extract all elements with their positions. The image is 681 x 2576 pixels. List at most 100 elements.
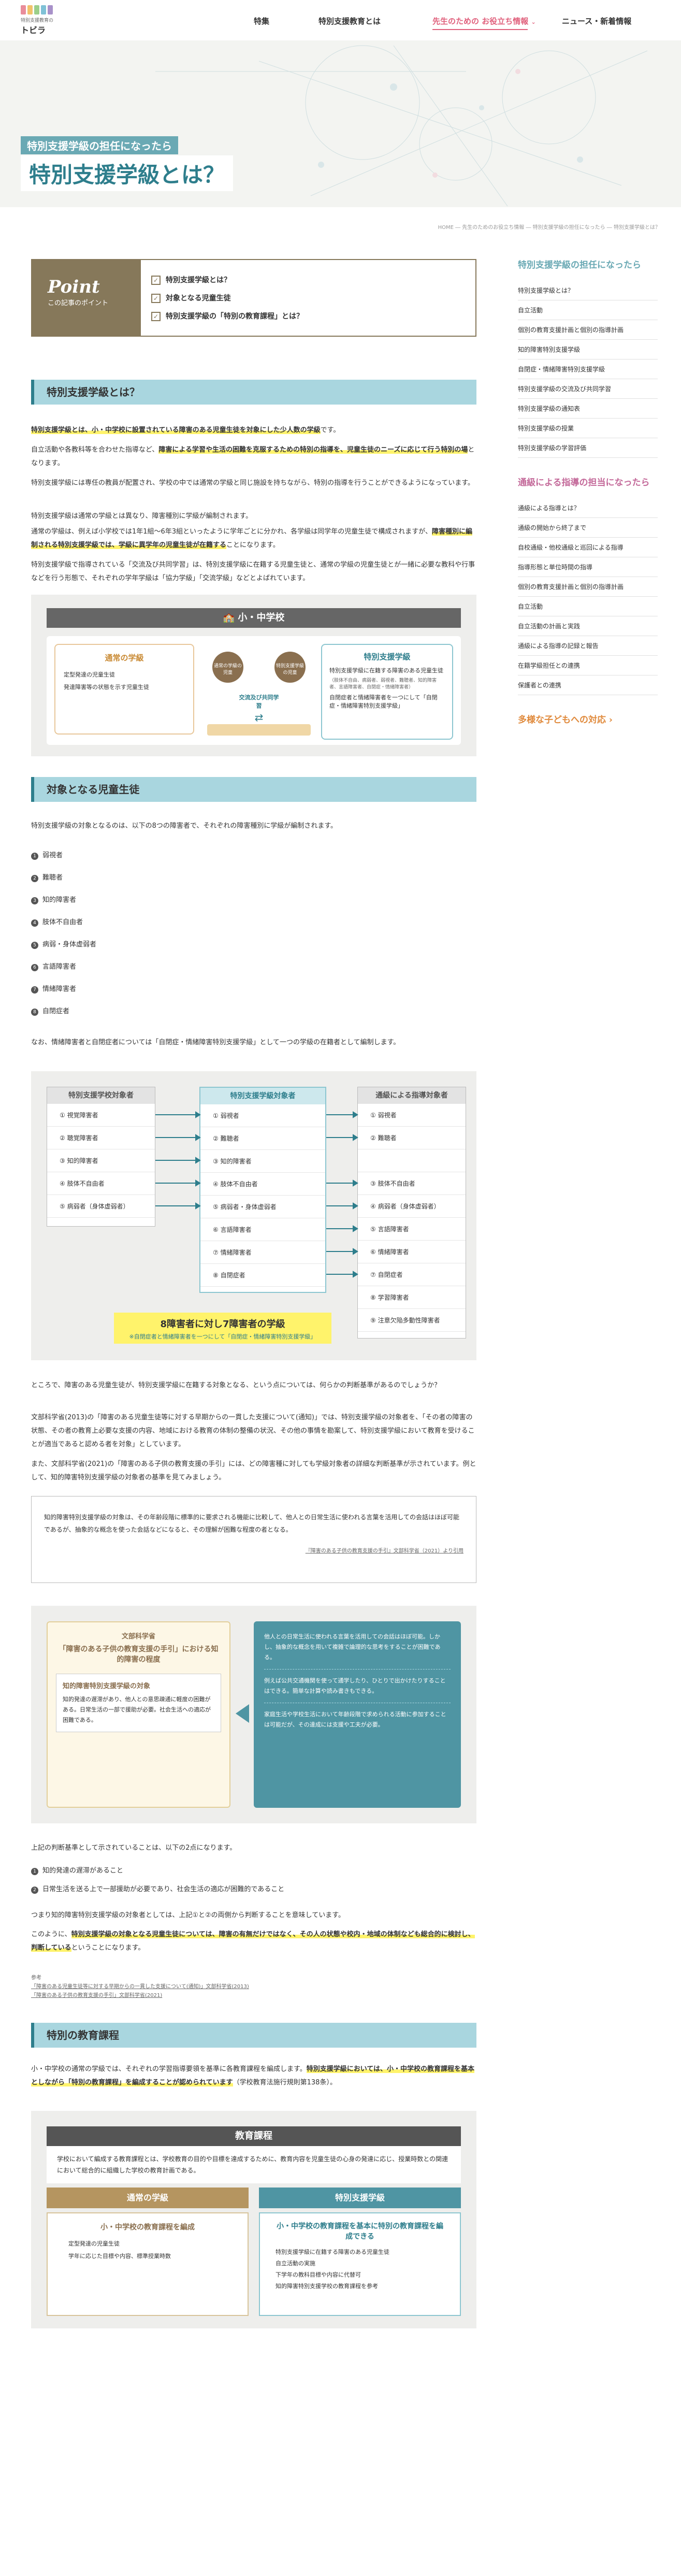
- number-icon: 7: [31, 986, 38, 994]
- regular-class-panel: 通常の学級 定型発達の児童生徒 発達障害等の状態を示す児童生徒: [54, 644, 194, 735]
- breadcrumb[interactable]: HOME ― 先生のためのお役立ち情報 ― 特別支援学級の担任になったら ― 特…: [438, 223, 660, 231]
- sidebar-link[interactable]: 特別支援学級の学習評価: [518, 438, 658, 458]
- sidebar-link[interactable]: 通級による指導とは？: [518, 498, 658, 518]
- sidebar-link[interactable]: 保護者との連携: [518, 675, 658, 695]
- sidebar-link[interactable]: 自立活動の計画と実践: [518, 616, 658, 636]
- site-logo[interactable]: 特別支援教育の トビラ: [21, 5, 83, 36]
- exchange-arrow-label: 交流及び共同学習: [239, 694, 279, 709]
- paragraph: 特別支援学級には専任の教員が配置され、学校の中では通常の学級と同じ施設を持ちなが…: [31, 479, 474, 487]
- figure3-left-panel: 文部科学省 「障害のある子供の教育支援の手引」における知的障害の程度 知的障害特…: [47, 1621, 230, 1808]
- list-item: 7 情緒障害者: [31, 983, 76, 994]
- sidebar-link[interactable]: 通級の開始から終了まで: [518, 518, 658, 538]
- chevron-down-icon: ⌄: [531, 19, 536, 25]
- list-item: 自閉症者と情緒障害者を一つにして「自閉症・情緒障害特別支援学級」: [329, 694, 438, 709]
- figure-caption: 8障害者に対し7障害者の学級 ※自閉症者と情緒障害者を一つにして「自閉症・情緒障…: [114, 1313, 331, 1344]
- sidebar-link[interactable]: 自校通級・他校通級と巡回による指導: [518, 538, 658, 557]
- figure-title: 🏫 小・中学校: [47, 608, 461, 628]
- list-item: 学年に応じた目標や内容、標準授業時数: [68, 2253, 171, 2260]
- curriculum-title: 小・中学校の教育課程を基本に特別の教育課程を編成できる: [277, 2222, 443, 2241]
- paragraph: 特別支援学級とは、小・中学校に設置されている障害のある児童生徒を対象にした少人数…: [31, 426, 340, 434]
- number-icon: 1: [31, 1868, 38, 1875]
- sidebar-group-title[interactable]: 通級による指導の担当になったら: [518, 477, 658, 489]
- bubble-special: 特別支援学級の児童: [274, 652, 306, 683]
- sidebar-link[interactable]: 通級による指導の記録と報告: [518, 636, 658, 656]
- sidebar-link[interactable]: 個別の教育支援計画と個別の指導計画: [518, 320, 658, 340]
- sidebar-link[interactable]: 自立活動: [518, 597, 658, 616]
- swap-arrows-icon: ⇄: [254, 711, 264, 724]
- list-item: 2 難聴者: [31, 872, 63, 882]
- quote-text: 知的障害特別支援学級の対象は、その年齢段階に標準的に要求される機能に比較して、他…: [44, 1514, 459, 1533]
- point-item[interactable]: ✓ 対象となる児童生徒: [151, 293, 231, 303]
- special-curriculum-box: 小・中学校の教育課程を基本に特別の教育課程を編成できる 特別支援学級に在籍する障…: [259, 2212, 461, 2316]
- arrow-left-icon: [236, 1704, 249, 1723]
- reference-link[interactable]: 「障害のある子供の教育支援の手引」文部科学省(2021): [31, 1991, 249, 2000]
- sidebar-link[interactable]: 特別支援学級の通知表: [518, 399, 658, 419]
- list-item: 8 自閉症者: [31, 1005, 69, 1016]
- list-item: 特別支援学級に在籍する障害のある児童生徒: [329, 667, 443, 674]
- references-heading: 参考: [31, 1975, 41, 1981]
- figure-school-classes: 🏫 小・中学校 通常の学級 定型発達の児童生徒 発達障害等の状態を示す児童生徒 …: [31, 595, 476, 756]
- list-item: 特別支援学級に在籍する障害のある児童生徒: [276, 2249, 389, 2255]
- paragraph: ところで、障害のある児童生徒が、特別支援学級に在籍する対象となる、という点につい…: [31, 1381, 441, 1389]
- bubble-regular: 通常の学級の児童: [212, 652, 243, 683]
- nav-about[interactable]: 特別支援教育とは: [318, 16, 381, 26]
- section-heading: 対象となる児童生徒: [31, 777, 476, 802]
- sidebar-link[interactable]: 特別支援学級の交流及び共同学習: [518, 379, 658, 399]
- target-box-title: 知的障害特別支援学級の対象: [63, 1682, 151, 1690]
- sidebar-link[interactable]: 在籍学級担任との連携: [518, 656, 658, 675]
- list-item: 下学年の教科目標や内容に代替可: [276, 2271, 361, 2278]
- regular-class-label: 通常の学級: [47, 2188, 249, 2208]
- paragraph: 通常の学級は、例えば小学校では1年1組〜6年3組といったように学年ごとに分かれ、…: [31, 528, 472, 549]
- figure3-subtitle: 文部科学省: [121, 1633, 155, 1640]
- section-heading: 特別支援学級とは？: [31, 380, 476, 405]
- number-icon: 4: [31, 919, 38, 927]
- sidebar-group-title[interactable]: 多様な子どもへの対応 ›: [518, 714, 658, 726]
- paragraph: 特別支援学級は通常の学級とは異なり、障害種別に学級が編制されます。: [31, 512, 253, 520]
- quote-box: 知的障害特別支援学級の対象は、その年齢段階に標準的に要求される機能に比較して、他…: [31, 1496, 476, 1583]
- paragraph: 文部科学省(2013)の「障害のある児童生徒等に対する早期からの一貫した支援につ…: [31, 1414, 475, 1448]
- figure-intellectual-level: 文部科学省 「障害のある子供の教育支援の手引」における知的障害の程度 知的障害特…: [31, 1606, 476, 1823]
- figure3-right-panel: 他人との日常生活に使われる言葉を活用しての会話はほぼ可能。しかし、抽象的な概念を…: [254, 1621, 461, 1808]
- list-item: 定型発達の児童生徒: [68, 2240, 120, 2247]
- nav-teacher-info[interactable]: 先生のための お役立ち情報 ⌄: [432, 16, 536, 30]
- sidebar-link[interactable]: 指導形態と単位時間の指導: [518, 557, 658, 577]
- figure3-title: 「障害のある子供の教育支援の手引」における知的障害の程度: [59, 1645, 219, 1664]
- paragraph: なお、情緒障害者と自閉症者については「自閉症・情緒障害特別支援学級」として一つの…: [31, 1039, 400, 1046]
- sidebar-group-label: 多様な子どもへの対応: [518, 715, 606, 725]
- list-item: 自立活動の実施: [276, 2260, 315, 2267]
- list-item: 5 病弱・身体虚弱者: [31, 939, 96, 949]
- sidebar-link[interactable]: 個別の教育支援計画と個別の指導計画: [518, 577, 658, 597]
- reference-link[interactable]: 「障害のある児童生徒等に対する早期からの一貫した支援について(通知)」文部科学省…: [31, 1982, 249, 1991]
- number-icon: 3: [31, 897, 38, 904]
- number-icon: 6: [31, 964, 38, 971]
- quote-source[interactable]: 『障害のある子供の教育支援の手引』文部科学省（2021）より引用: [44, 1545, 463, 1558]
- paragraph: 小・中学校の通常の学級では、それぞれの学習指導要領を基準に各教育課程を編成します…: [31, 2065, 475, 2086]
- sidebar-link[interactable]: 自立活動: [518, 300, 658, 320]
- list-item: 3 知的障害者: [31, 894, 76, 904]
- check-icon: ✓: [151, 276, 161, 285]
- sidebar-link[interactable]: 特別支援学級とは？: [518, 281, 658, 300]
- sidebar-link[interactable]: 特別支援学級の授業: [518, 419, 658, 438]
- nav-feature[interactable]: 特集: [254, 16, 269, 26]
- paragraph: また、文部科学省(2021)の「障害のある子供の教育支援の手引」には、どの障害種…: [31, 1460, 476, 1481]
- paragraph: 特別支援学級で指導されている「交流及び共同学習」は、特別支援学級に在籍する児童生…: [31, 561, 475, 582]
- caption-note: ※自閉症者と情緒障害者を一つにして「自閉症・情緒障害特別支援学級」: [129, 1333, 316, 1340]
- page-title: 特別支援学級とは？: [21, 155, 234, 191]
- curriculum-title: 小・中学校の教育課程を編成: [100, 2223, 195, 2232]
- point-item[interactable]: ✓ 特別支援学級の「特別の教育課程」とは？: [151, 311, 303, 321]
- list-item: 6 言語障害者: [31, 961, 76, 971]
- list-item: 1 知的発達の遅滞があること: [31, 1865, 123, 1875]
- regular-curriculum-box: 小・中学校の教育課程を編成 定型発達の児童生徒 学年に応じた目標や内容、標準授業…: [47, 2212, 249, 2316]
- chevron-right-icon: ›: [608, 715, 613, 725]
- paragraph: つまり知的障害特別支援学級の対象者としては、上記①と②の両側から判断することを意…: [31, 1911, 345, 1919]
- number-icon: 2: [31, 1887, 38, 1894]
- hero-banner: 特別支援学級の担任になったら 特別支援学級とは？: [0, 40, 681, 207]
- point-item[interactable]: ✓ 特別支援学級とは？: [151, 275, 231, 285]
- sidebar-group-title[interactable]: 特別支援学級の担任になったら: [518, 259, 658, 271]
- nav-news[interactable]: ニュース・新着情報: [562, 16, 631, 26]
- sidebar-link[interactable]: 自閉症・情緒障害特別支援学級: [518, 359, 658, 379]
- figure3-target-box: 知的障害特別支援学級の対象 知的発達の遅滞があり、他人との意思疎通に軽度の困難が…: [56, 1674, 221, 1732]
- list-item: 例えば公共交通機関を使って通学したり、ひとりで出かけたりすることはできる。簡単な…: [264, 1676, 451, 1703]
- sidebar-link[interactable]: 知的障害特別支援学級: [518, 340, 658, 359]
- figure4-title: 教育課程: [47, 2126, 461, 2146]
